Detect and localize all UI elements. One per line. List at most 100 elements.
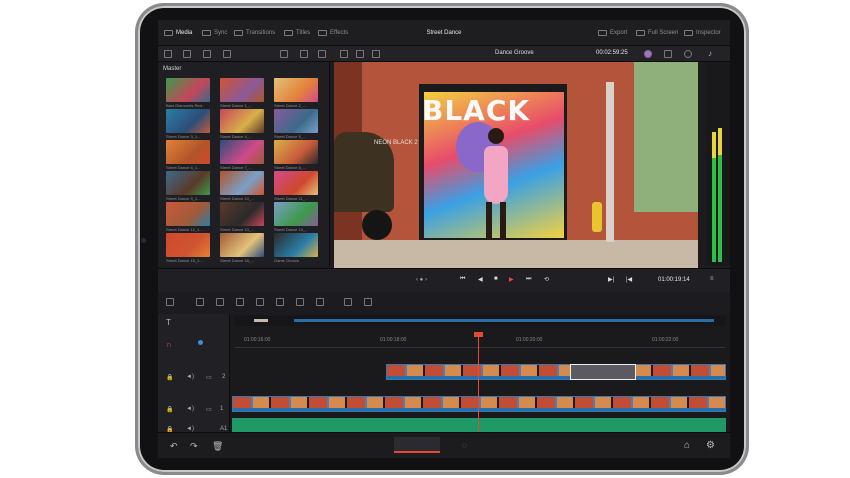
meter-left bbox=[712, 132, 716, 262]
playhead-handle[interactable] bbox=[474, 332, 483, 337]
transform-icon[interactable] bbox=[664, 50, 672, 58]
video-viewer[interactable]: BLACK NEON BLACK 2 bbox=[334, 62, 698, 268]
timeline-name[interactable]: Dance Groove bbox=[495, 50, 534, 56]
media-thumbnail-label: Street Dance 5_... bbox=[274, 134, 307, 139]
home-icon[interactable]: ⌂ bbox=[684, 440, 690, 451]
dancer-leg-left bbox=[486, 202, 492, 242]
search-icon[interactable] bbox=[300, 50, 308, 58]
media-thumbnail[interactable] bbox=[166, 78, 210, 102]
media-thumbnail[interactable] bbox=[274, 233, 318, 257]
play-icon[interactable]: ▶ bbox=[509, 276, 514, 283]
media-thumbnail[interactable] bbox=[166, 140, 210, 164]
settings-icon[interactable]: ⚙ bbox=[706, 440, 715, 451]
clip-frames bbox=[233, 397, 725, 408]
track-options-icon[interactable]: T bbox=[166, 318, 171, 327]
media-pool: Master Bars Diamonds Red.. Street Dance 1… bbox=[158, 62, 330, 266]
media-thumbnail[interactable] bbox=[166, 233, 210, 257]
media-thumbnail-label: Street Dance 6_1... bbox=[166, 165, 201, 170]
media-thumbnail[interactable] bbox=[220, 171, 264, 195]
go-to-start-icon[interactable]: ⏮ bbox=[460, 276, 465, 283]
camera bbox=[141, 238, 146, 243]
media-thumbnail-label: Street Dance 3_1... bbox=[166, 134, 201, 139]
sync-bin-icon[interactable] bbox=[203, 50, 211, 58]
panel-icon[interactable] bbox=[164, 50, 172, 58]
jog-control[interactable]: ‹ ● › bbox=[416, 277, 427, 283]
media-thumbnail[interactable] bbox=[274, 171, 318, 195]
replace-icon[interactable] bbox=[256, 298, 264, 306]
sidewalk bbox=[334, 240, 698, 268]
video-clip-v2[interactable] bbox=[386, 364, 726, 380]
meter-right bbox=[718, 128, 722, 262]
edit-page-icon[interactable]: ◌ bbox=[462, 441, 467, 450]
cut-page-button[interactable] bbox=[394, 437, 440, 453]
media-thumbnail-label: Street Dance 1_... bbox=[220, 103, 253, 108]
video-clip-v1[interactable] bbox=[232, 396, 726, 412]
media-thumbnail-label: Street Dance 12_1... bbox=[166, 227, 203, 232]
undo-icon[interactable]: ↶ bbox=[170, 441, 178, 452]
media-thumbnail[interactable] bbox=[274, 109, 318, 133]
swap-icon[interactable] bbox=[344, 298, 352, 306]
pole bbox=[606, 82, 614, 242]
sort-icon[interactable] bbox=[318, 50, 326, 58]
inspector-button[interactable]: Inspector bbox=[684, 30, 721, 36]
go-to-end-icon[interactable]: ⏭ bbox=[526, 276, 531, 283]
media-thumbnail[interactable] bbox=[274, 78, 318, 102]
delete-icon[interactable]: 🗑 bbox=[212, 441, 223, 452]
mark-out-icon[interactable]: |◀ bbox=[626, 276, 632, 283]
media-thumbnail[interactable] bbox=[274, 202, 318, 226]
ripple-icon[interactable] bbox=[316, 298, 324, 306]
media-thumbnail[interactable] bbox=[166, 171, 210, 195]
blade-icon[interactable] bbox=[196, 298, 204, 306]
color-wheel-icon[interactable] bbox=[644, 50, 652, 58]
timeline[interactable]: T ∩ 🔒 ◄) ▭ 2 🔒 ◄) ▭ 1 🔒 ◄) A1 01:00:16:0… bbox=[158, 314, 730, 436]
transition-marker[interactable] bbox=[570, 364, 636, 380]
overwrite-icon[interactable] bbox=[236, 298, 244, 306]
export-button[interactable]: Export bbox=[598, 30, 627, 36]
bin-icon[interactable] bbox=[183, 50, 191, 58]
grid-view-icon[interactable] bbox=[280, 50, 288, 58]
timeline-overview[interactable] bbox=[234, 316, 726, 326]
dancer-dress bbox=[484, 146, 508, 204]
playhead[interactable] bbox=[478, 334, 479, 432]
magnet-icon[interactable]: ∩ bbox=[166, 340, 172, 349]
media-thumbnail[interactable] bbox=[166, 109, 210, 133]
dual-viewer-icon[interactable] bbox=[372, 50, 380, 58]
media-thumbnail[interactable] bbox=[220, 140, 264, 164]
insert-icon[interactable] bbox=[216, 298, 224, 306]
track-2-lock-icon[interactable]: 🔒 bbox=[166, 374, 173, 381]
menu-icon[interactable]: ≡ bbox=[710, 276, 714, 282]
track-1-audio-icon[interactable]: ◄) bbox=[186, 406, 194, 412]
ruler-mark: 01:00:16:00 bbox=[244, 337, 271, 343]
media-thumbnail[interactable] bbox=[220, 109, 264, 133]
media-thumbnail[interactable] bbox=[220, 233, 264, 257]
edit-tools bbox=[158, 292, 730, 314]
media-thumbnail[interactable] bbox=[220, 78, 264, 102]
timeline-viewer-icon[interactable] bbox=[356, 50, 364, 58]
source-viewer-icon[interactable] bbox=[340, 50, 348, 58]
speaker-icon[interactable]: ♪ bbox=[708, 49, 716, 58]
track-1-lock-icon[interactable]: 🔒 bbox=[166, 406, 173, 413]
loop-icon[interactable]: ⟲ bbox=[544, 276, 549, 283]
link-icon[interactable] bbox=[223, 50, 231, 58]
append-icon[interactable] bbox=[296, 298, 304, 306]
stop-icon[interactable]: ■ bbox=[494, 276, 498, 282]
track-2-video-icon[interactable]: ▭ bbox=[206, 374, 212, 381]
zoom-fit-icon[interactable] bbox=[364, 298, 372, 306]
track-2-audio-icon[interactable]: ◄) bbox=[186, 374, 194, 380]
fullscreen-button[interactable]: Full Screen bbox=[636, 30, 678, 36]
media-thumbnail[interactable] bbox=[166, 202, 210, 226]
media-thumbnail[interactable] bbox=[220, 202, 264, 226]
snapping-icon[interactable] bbox=[166, 298, 174, 306]
place-on-top-icon[interactable] bbox=[276, 298, 284, 306]
reverse-play-icon[interactable]: ◀ bbox=[478, 276, 483, 283]
media-thumbnail[interactable] bbox=[274, 140, 318, 164]
overview-track bbox=[294, 319, 714, 322]
bottom-bar: ↶ ↷ 🗑 ◌ ⌂ ⚙ bbox=[158, 432, 730, 458]
color-icon[interactable] bbox=[684, 50, 692, 58]
track-1-video-icon[interactable]: ▭ bbox=[206, 406, 212, 413]
redo-icon[interactable]: ↷ bbox=[190, 441, 198, 452]
export-icon bbox=[598, 30, 607, 36]
mark-in-icon[interactable]: ▶| bbox=[608, 276, 614, 283]
media-thumbnail-label: Street Dance 7_... bbox=[220, 165, 253, 170]
record-indicator[interactable] bbox=[198, 340, 203, 345]
